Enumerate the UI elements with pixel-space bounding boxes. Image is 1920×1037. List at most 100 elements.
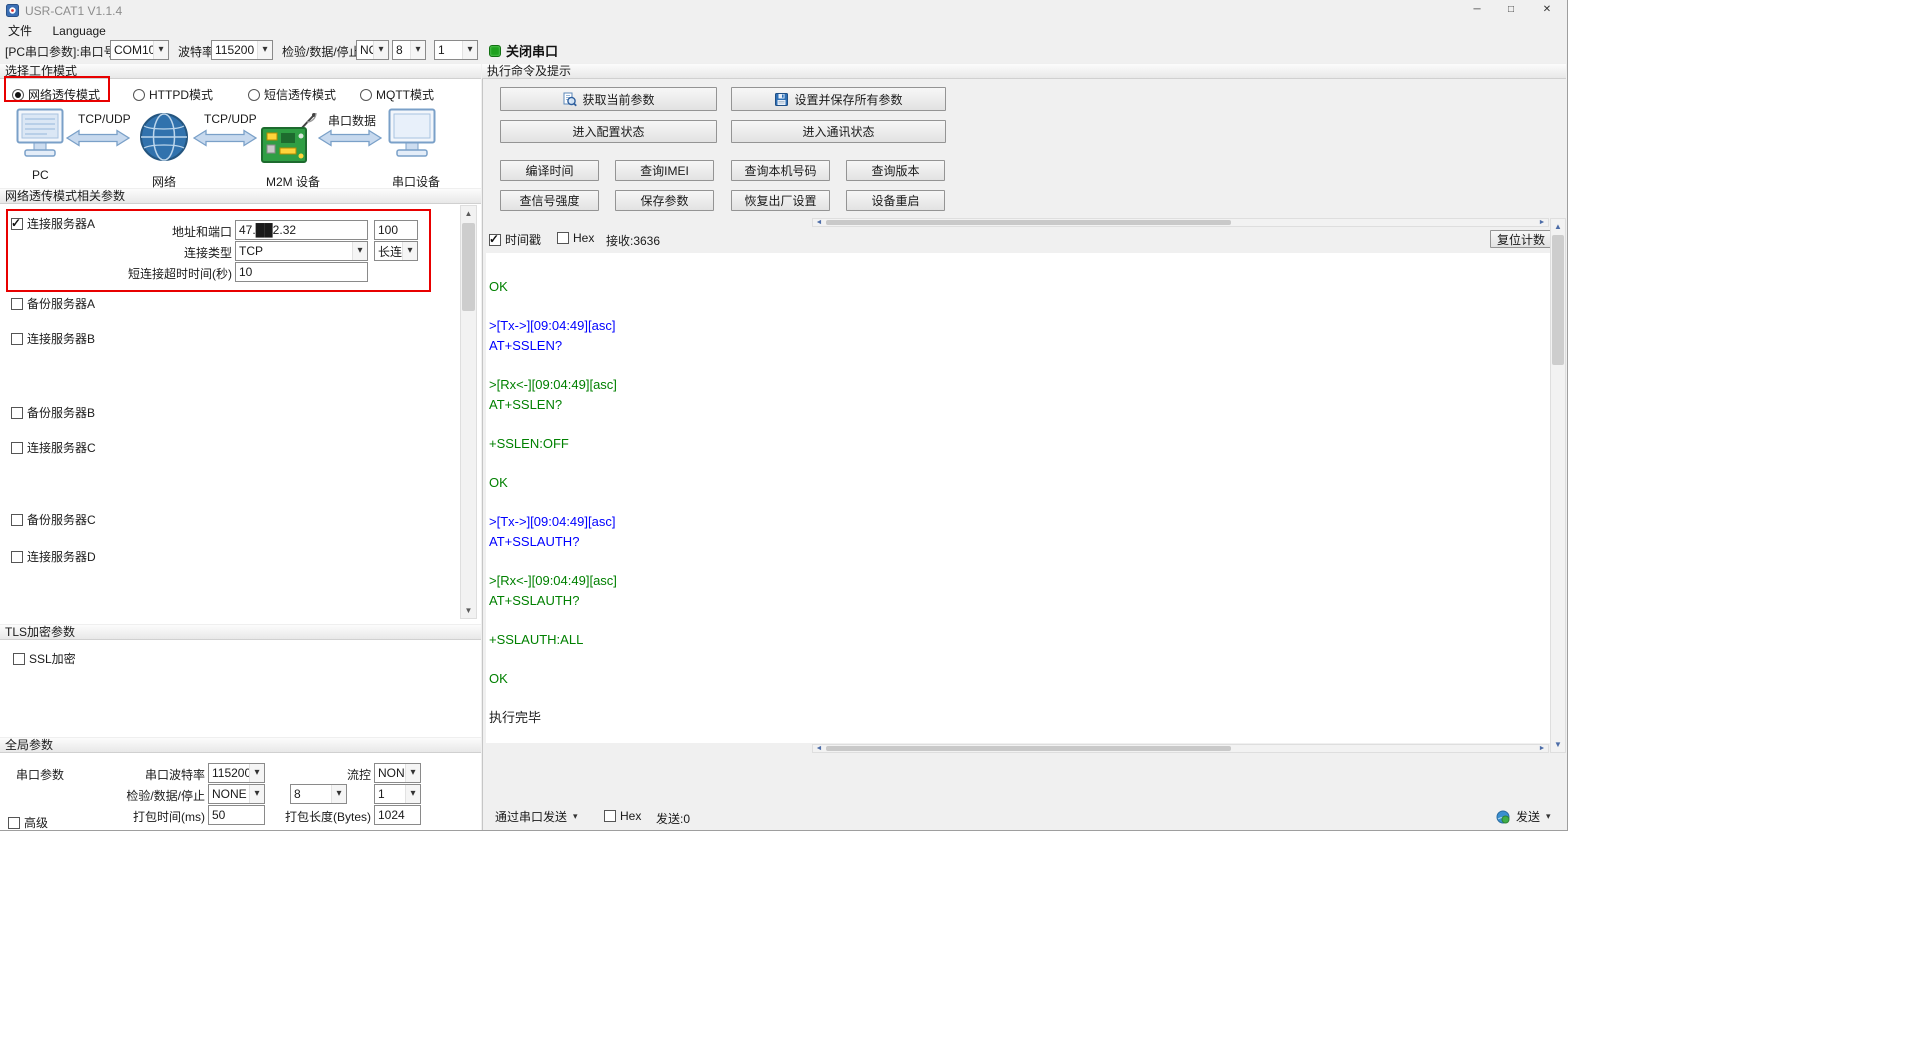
ssl-checkbox[interactable]: SSL加密 [13,650,76,667]
reboot-button[interactable]: 设备重启 [846,190,945,211]
log-line: AT+SSLAUTH? [489,532,1550,552]
radio-icon [12,89,24,101]
address-input[interactable]: 47.██2.32 [235,220,368,240]
pack-time-label: 打包时间(ms) [85,808,205,825]
scroll-left-icon[interactable]: ◄ [813,745,825,752]
scroll-right-icon[interactable]: ► [1536,219,1548,226]
keepalive-select[interactable]: 长连接▾ [374,241,418,261]
server-a-checkbox[interactable]: 连接服务器A [11,215,95,232]
double-arrow-icon [318,128,382,148]
send-via-dropdown[interactable]: 通过串口发送 ▾ [495,808,578,825]
chevron-down-icon: ▾ [257,41,272,59]
checkbox-icon [8,817,20,829]
m2m-device-icon [260,110,318,166]
serial-status-icon [489,45,501,57]
radio-mqtt-mode[interactable]: MQTT模式 [360,86,434,103]
pack-length-input[interactable]: 1024 [374,805,421,825]
radio-sms-passthrough[interactable]: 短信透传模式 [248,86,336,103]
checkbox-icon [557,232,569,244]
scrollbar-thumb[interactable] [462,223,475,311]
backup-server-b-checkbox[interactable]: 备份服务器B [11,404,95,421]
chevron-down-icon: ▾ [462,41,477,59]
connect-server-b-checkbox[interactable]: 连接服务器B [11,330,95,347]
com-port-select[interactable]: COM10▾ [110,40,169,60]
enter-comm-button[interactable]: 进入通讯状态 [731,120,946,143]
log-vscrollbar[interactable]: ▲ ▼ [1550,218,1566,753]
minimize-button[interactable]: ─ [1461,0,1493,20]
log-line: >[Rx<-][09:04:49][asc] [489,375,1550,395]
work-mode-group-header: 选择工作模式 [0,63,481,79]
stopbits-select[interactable]: 1▾ [434,40,478,60]
close-button[interactable]: ✕ [1531,0,1563,20]
databits-select[interactable]: 8▾ [392,40,426,60]
save-params-button[interactable]: 保存参数 [615,190,714,211]
global-parity-select[interactable]: NONE▾ [208,784,265,804]
chevron-down-icon: ▾ [373,41,388,59]
timestamp-checkbox[interactable]: 时间戳 [489,231,541,248]
timeout-input[interactable]: 10 [235,262,368,282]
save-icon [774,92,789,107]
connect-server-c-checkbox[interactable]: 连接服务器C [11,439,96,456]
pc-monitor-icon [16,108,64,160]
scroll-left-icon[interactable]: ◄ [813,219,825,226]
maximize-button[interactable]: □ [1495,0,1527,20]
scrollbar-thumb[interactable] [1552,235,1564,365]
address-port-label: 地址和端口 [104,223,232,240]
checkbox-icon [11,407,23,419]
global-baud-select[interactable]: 115200▾ [208,763,265,783]
query-signal-button[interactable]: 查信号强度 [500,190,599,211]
radio-httpd-mode[interactable]: HTTPD模式 [133,86,213,103]
serial-params-label: 串口参数 [16,766,64,783]
scroll-down-icon[interactable]: ▼ [461,603,476,618]
log-output[interactable]: OK >[Tx->][09:04:49][asc] AT+SSLEN? >[Rx… [486,253,1550,743]
hex-send-checkbox[interactable]: Hex [604,809,641,823]
backup-server-c-checkbox[interactable]: 备份服务器C [11,511,96,528]
scroll-up-icon[interactable]: ▲ [461,206,476,221]
left-panel-scrollbar[interactable]: ▲ ▼ [460,205,477,619]
reset-count-button[interactable]: 复位计数 [1490,230,1552,248]
log-top-hscrollbar[interactable]: ◄ ► [812,218,1549,227]
compile-time-button[interactable]: 编译时间 [500,160,599,181]
scroll-up-icon[interactable]: ▲ [1551,219,1565,234]
get-params-button[interactable]: 获取当前参数 [500,87,717,111]
checkbox-icon [604,810,616,822]
set-save-params-button[interactable]: 设置并保存所有参数 [731,87,946,111]
tls-group-header: TLS加密参数 [0,624,481,640]
flow-control-select[interactable]: NONE▾ [374,763,421,783]
radio-net-passthrough[interactable]: 网络透传模式 [12,86,100,103]
send-button[interactable]: 发送 ▾ [1496,808,1551,825]
enter-config-button[interactable]: 进入配置状态 [500,120,717,143]
connect-server-d-checkbox[interactable]: 连接服务器D [11,548,96,565]
close-serial-button[interactable]: 关闭串口 [489,41,558,60]
baud-select[interactable]: 115200▾ [211,40,273,60]
query-number-button[interactable]: 查询本机号码 [731,160,830,181]
global-group-header: 全局参数 [0,737,481,753]
log-line: +SSLEN:OFF [489,434,1550,454]
log-bottom-hscrollbar[interactable]: ◄ ► [812,744,1549,753]
scrollbar-thumb[interactable] [826,220,1231,225]
radio-icon [248,89,260,101]
scrollbar-thumb[interactable] [826,746,1231,751]
checkbox-icon [13,653,25,665]
checkbox-icon [11,218,23,230]
menu-language[interactable]: Language [44,23,113,38]
query-version-button[interactable]: 查询版本 [846,160,945,181]
pack-length-label: 打包长度(Bytes) [276,808,371,825]
checkbox-icon [11,551,23,563]
port-input[interactable]: 100 [374,220,418,240]
advanced-checkbox[interactable]: 高级 [8,814,48,831]
hex-recv-checkbox[interactable]: Hex [557,231,594,245]
scroll-right-icon[interactable]: ► [1536,745,1548,752]
query-imei-button[interactable]: 查询IMEI [615,160,714,181]
global-stopbits-select[interactable]: 1▾ [374,784,421,804]
chevron-down-icon: ▾ [331,785,346,803]
parity-select[interactable]: NONI▾ [356,40,389,60]
global-databits-select[interactable]: 8▾ [290,784,347,804]
factory-reset-button[interactable]: 恢复出厂设置 [731,190,830,211]
conn-type-select[interactable]: TCP▾ [235,241,368,261]
log-line [489,688,1550,708]
scroll-down-icon[interactable]: ▼ [1551,737,1565,752]
pack-time-input[interactable]: 50 [208,805,265,825]
backup-server-a-checkbox[interactable]: 备份服务器A [11,295,95,312]
menu-file[interactable]: 文件 [0,21,40,39]
